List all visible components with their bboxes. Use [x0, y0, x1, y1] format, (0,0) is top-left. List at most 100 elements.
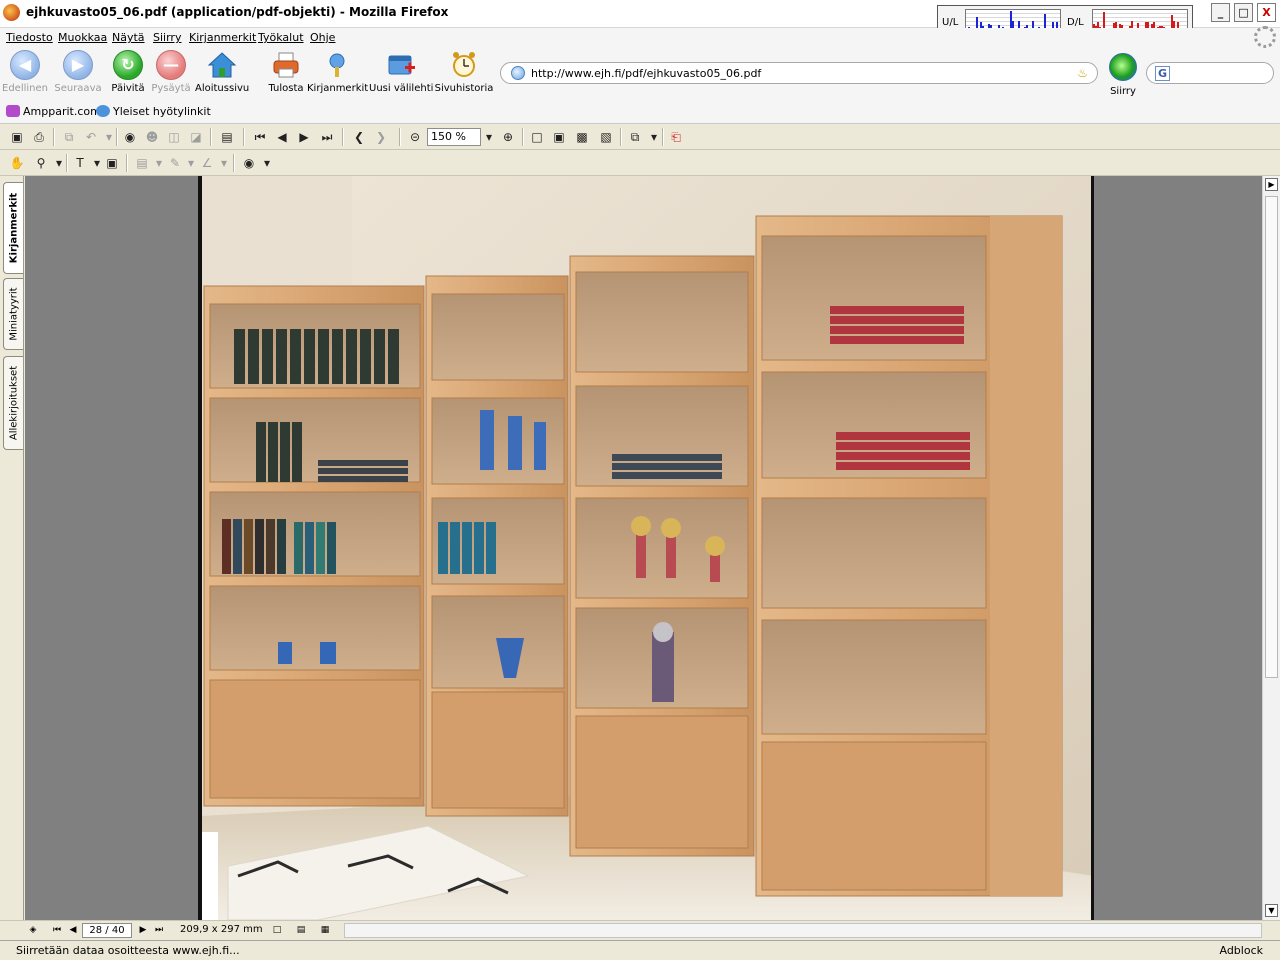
- toolbar-separator: [399, 128, 401, 146]
- maximize-button[interactable]: □: [1234, 3, 1253, 22]
- single-page-icon[interactable]: □: [270, 923, 284, 937]
- facing-pages-icon[interactable]: ▦: [318, 923, 332, 937]
- rotate-dropdown-icon[interactable]: ▾: [645, 128, 663, 146]
- first-page-small-icon[interactable]: ⏮: [50, 923, 64, 937]
- fit-page-icon[interactable]: ▣: [550, 128, 568, 146]
- side-panel-tabs: Kirjanmerkit Miniatyyrit Allekirjoitukse…: [0, 176, 24, 920]
- horizontal-scrollbar[interactable]: [344, 923, 1262, 938]
- find-binoculars-icon[interactable]: ◉: [121, 128, 139, 146]
- new-tab-button[interactable]: Uusi välilehti: [369, 50, 433, 98]
- document-properties-icon[interactable]: ▤: [218, 128, 236, 146]
- bookmark-yleiset[interactable]: Yleiset hyötylinkit: [96, 105, 211, 118]
- zoom-dropdown-icon[interactable]: ▾: [480, 128, 498, 146]
- forward-button[interactable]: ▶ Seuraava: [54, 50, 102, 98]
- close-button[interactable]: X: [1257, 3, 1276, 22]
- copy-icon[interactable]: ⧉: [60, 128, 78, 146]
- back-button[interactable]: ◀ Edellinen: [2, 50, 48, 98]
- go-back-view-icon[interactable]: ❮: [350, 128, 368, 146]
- zoom-in-icon[interactable]: ⊕: [499, 128, 517, 146]
- bookmark-ampparit[interactable]: Ampparit.com: [6, 105, 101, 118]
- search-box[interactable]: G: [1146, 62, 1274, 84]
- forward-label: Seuraava: [54, 83, 102, 94]
- toolbar-separator: [53, 128, 55, 146]
- highlight-dropdown-icon[interactable]: ▾: [215, 154, 233, 172]
- menu-bar: Tiedosto Muokkaa Näytä Siirry Kirjanmerk…: [0, 28, 1280, 48]
- toolbar-separator: [66, 154, 68, 172]
- bookmarks-button[interactable]: Kirjanmerkit: [307, 50, 368, 98]
- first-page-icon[interactable]: ⏮: [251, 128, 269, 146]
- bookmarks-toolbar: Ampparit.com Yleiset hyötylinkit: [0, 100, 1280, 124]
- print-button[interactable]: Tulosta: [266, 50, 306, 98]
- next-page-small-icon[interactable]: ▶: [136, 923, 150, 937]
- zoom-out-icon[interactable]: ⊝: [406, 128, 424, 146]
- toolbar-separator: [522, 128, 524, 146]
- previous-view-icon[interactable]: ◫: [165, 128, 183, 146]
- print-icon[interactable]: ⎙: [30, 128, 48, 146]
- stamp-tool-icon[interactable]: ◉: [240, 154, 258, 172]
- vertical-scrollbar[interactable]: ▶ ▼: [1262, 176, 1280, 920]
- stop-button[interactable]: — Pysäytä: [150, 50, 192, 98]
- menu-siirry[interactable]: Siirry: [153, 31, 181, 44]
- menu-kirjanmerkit[interactable]: Kirjanmerkit: [189, 31, 256, 44]
- rotate-view-icon[interactable]: ⧉: [626, 128, 644, 146]
- download-label: D/L: [1067, 17, 1084, 28]
- scroll-down-icon[interactable]: ▼: [1265, 904, 1278, 917]
- home-button[interactable]: Aloitussivu: [195, 50, 249, 98]
- next-view-icon[interactable]: ◪: [187, 128, 205, 146]
- go-button[interactable]: Siirry: [1106, 53, 1140, 97]
- previous-page-small-icon[interactable]: ◀: [66, 923, 80, 937]
- navigation-toolbar: ◀ Edellinen ▶ Seuraava ↻ Päivitä — Pysäy…: [0, 48, 1280, 100]
- back-arrow-icon: ◀: [10, 50, 40, 80]
- last-page-small-icon[interactable]: ⏭: [152, 923, 166, 937]
- reflow-icon[interactable]: ▧: [597, 128, 615, 146]
- history-button[interactable]: Sivuhistoria: [434, 50, 494, 98]
- hand-tool-icon[interactable]: ✋: [8, 154, 26, 172]
- reload-button[interactable]: ↻ Päivitä: [108, 50, 148, 98]
- scrollbar-thumb[interactable]: [1265, 196, 1278, 678]
- go-forward-view-icon[interactable]: ❯: [372, 128, 390, 146]
- menu-nayta[interactable]: Näytä: [112, 31, 145, 44]
- next-page-icon[interactable]: ▶: [295, 128, 313, 146]
- window-title: ejhkuvasto05_06.pdf (application/pdf-obj…: [26, 5, 449, 19]
- text-select-icon[interactable]: T: [71, 154, 89, 172]
- split-view-icon[interactable]: ◈: [26, 923, 40, 937]
- snapshot-icon[interactable]: ▣: [103, 154, 121, 172]
- adobe-reader-icon[interactable]: ⎗: [667, 128, 685, 146]
- adblock-status[interactable]: Adblock: [1219, 944, 1263, 957]
- stamp-dropdown-icon[interactable]: ▾: [258, 154, 276, 172]
- menu-tiedosto[interactable]: Tiedosto: [6, 31, 53, 44]
- menu-muokkaa[interactable]: Muokkaa: [58, 31, 107, 44]
- actual-size-icon[interactable]: □: [528, 128, 546, 146]
- tab-allekirjoitukset[interactable]: Allekirjoitukset: [3, 356, 23, 450]
- continuous-icon[interactable]: ▤: [294, 923, 308, 937]
- save-icon[interactable]: ▣: [8, 128, 26, 146]
- last-page-icon[interactable]: ⏭: [318, 128, 336, 146]
- scroll-up-icon[interactable]: ▶: [1265, 178, 1278, 191]
- minimize-button[interactable]: _: [1211, 3, 1230, 22]
- previous-page-icon[interactable]: ◀: [273, 128, 291, 146]
- highlight-tool-icon[interactable]: ∠: [198, 154, 216, 172]
- toolbar-separator: [116, 128, 118, 146]
- address-bar[interactable]: http://www.ejh.fi/pdf/ejhkuvasto05_06.pd…: [500, 62, 1098, 84]
- menu-ohje[interactable]: Ohje: [310, 31, 335, 44]
- pdf-page: [198, 176, 1094, 920]
- upload-label: U/L: [942, 17, 959, 28]
- tab-kirjanmerkit[interactable]: Kirjanmerkit: [3, 182, 23, 274]
- tab-miniatyyrit[interactable]: Miniatyyrit: [3, 278, 23, 350]
- page-number-field[interactable]: 28 / 40: [82, 923, 132, 938]
- zoom-tool-icon[interactable]: ⚲: [32, 154, 50, 172]
- rss-feed-icon[interactable]: ♨: [1077, 66, 1088, 80]
- note-tool-icon[interactable]: ▤: [133, 154, 151, 172]
- fit-width-icon[interactable]: ▩: [573, 128, 591, 146]
- google-search-icon[interactable]: G: [1155, 66, 1170, 81]
- search-person-icon[interactable]: ☻: [143, 128, 161, 146]
- go-icon: [1109, 53, 1137, 81]
- zoom-input[interactable]: 150 %: [427, 128, 481, 146]
- printer-icon: [271, 50, 301, 80]
- undo-icon[interactable]: ↶: [82, 128, 100, 146]
- stop-label: Pysäytä: [151, 83, 191, 94]
- address-input[interactable]: http://www.ejh.fi/pdf/ejhkuvasto05_06.pd…: [531, 67, 761, 80]
- menu-tyokalut[interactable]: Työkalut: [258, 31, 304, 44]
- pdf-document-area[interactable]: [25, 176, 1262, 920]
- reload-icon: ↻: [113, 50, 143, 80]
